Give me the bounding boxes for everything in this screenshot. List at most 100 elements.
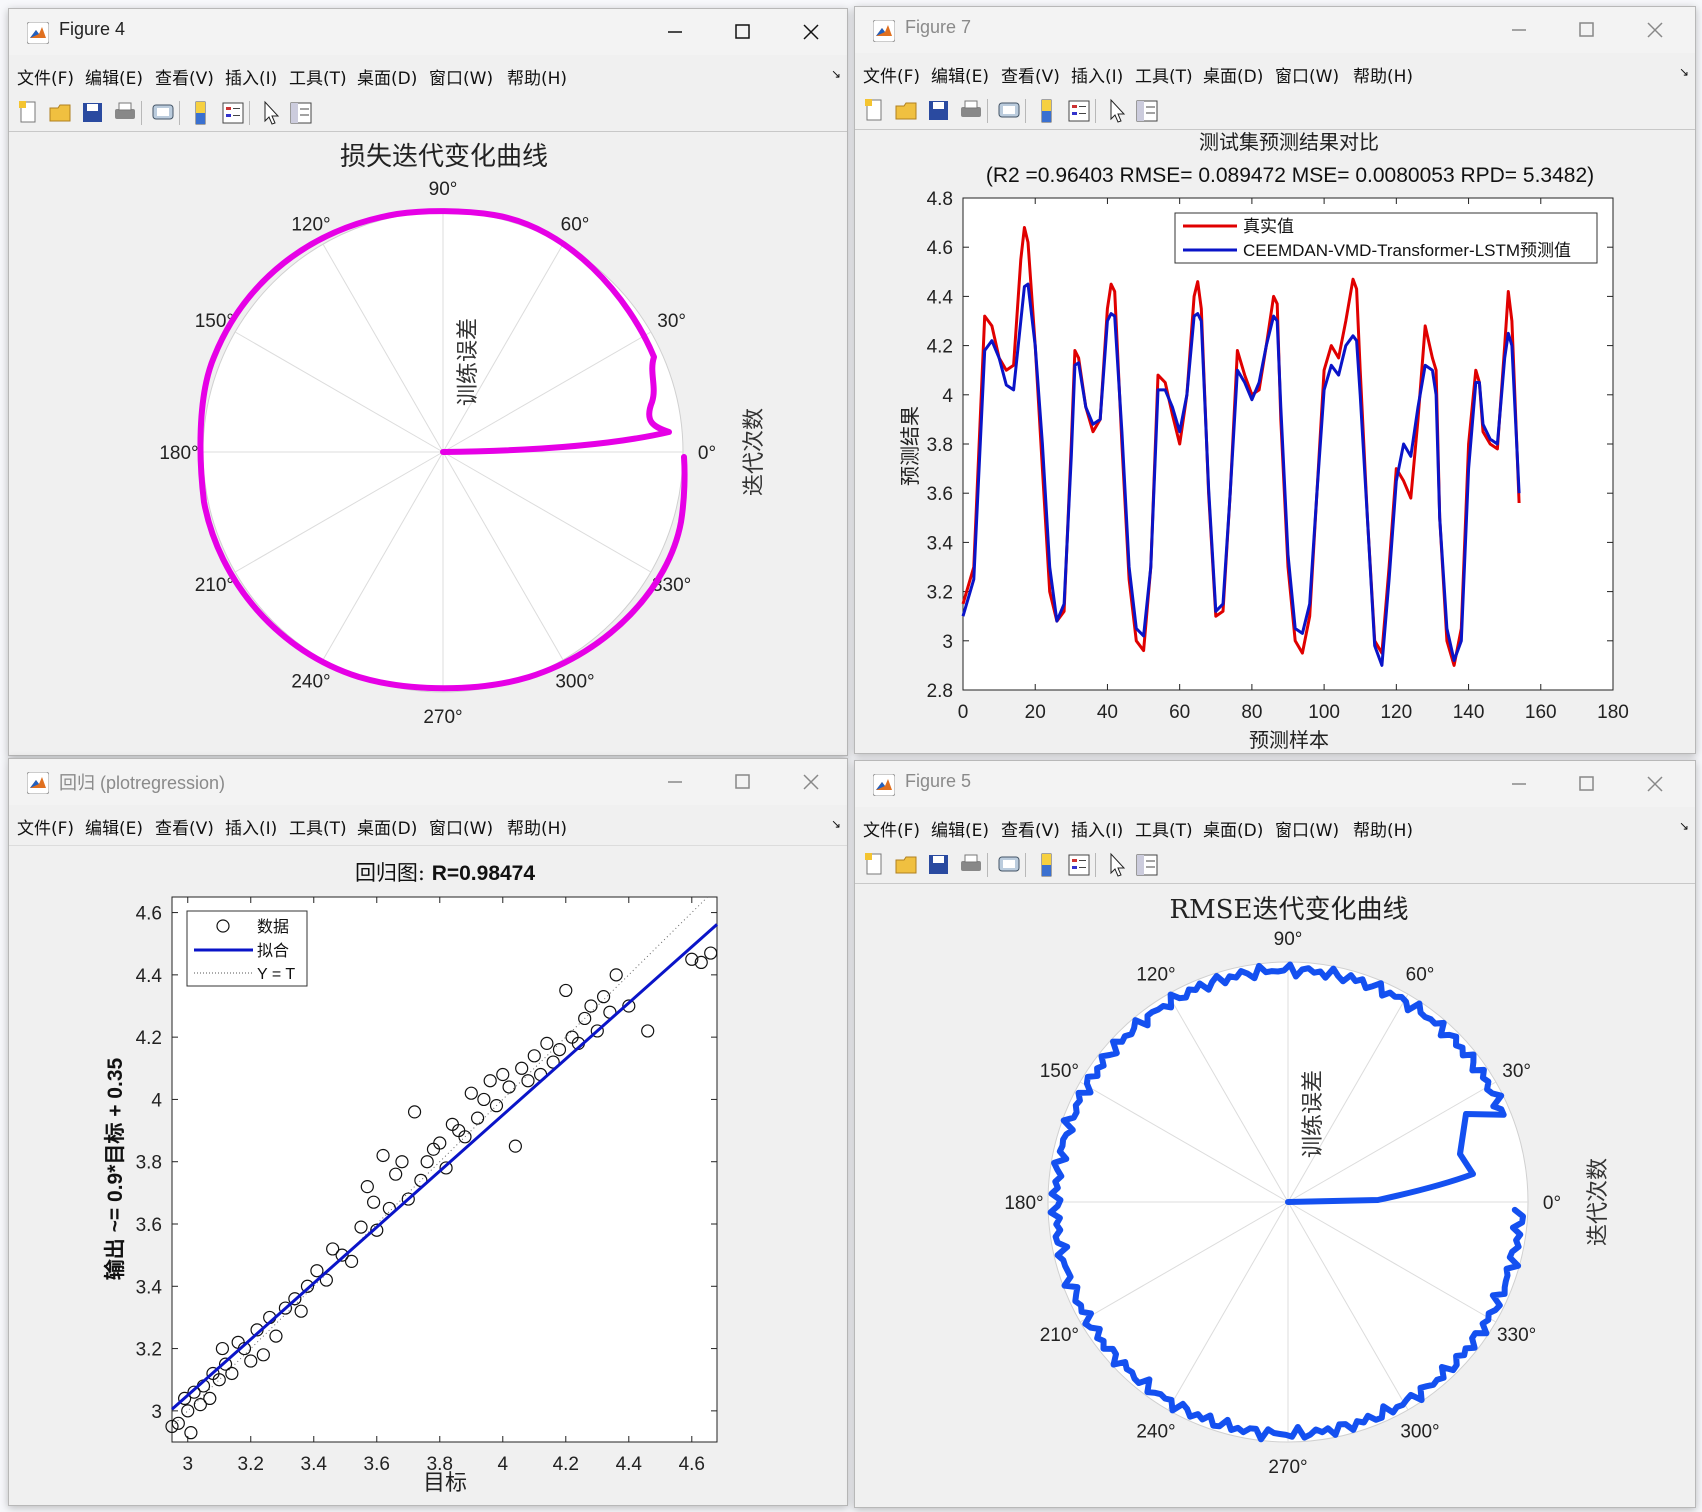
menu-item-3[interactable]: 插入(I) — [1071, 62, 1123, 87]
edit-plot-arrow-icon[interactable] — [1103, 851, 1131, 879]
y-tick-label: 3.2 — [136, 1340, 162, 1361]
menu-item-7[interactable]: 帮助(H) — [507, 814, 567, 839]
x-tick-label: 3 — [182, 1454, 193, 1475]
menu-item-3[interactable]: 插入(I) — [225, 814, 277, 839]
menubar-dock-arrow-icon[interactable]: ↘ — [1679, 819, 1689, 833]
legend-label-true: 真实值 — [1243, 217, 1294, 237]
open-file-icon[interactable] — [893, 97, 921, 125]
menu-item-0[interactable]: 文件(F) — [863, 62, 920, 87]
new-figure-icon[interactable] — [15, 99, 43, 127]
menubar-dock-arrow-icon[interactable]: ↘ — [831, 817, 841, 831]
legend-icon[interactable] — [1065, 851, 1093, 879]
menubar-dock-arrow-icon[interactable]: ↘ — [1679, 65, 1689, 79]
minimize-button[interactable] — [1499, 769, 1539, 799]
menu-item-2[interactable]: 查看(V) — [155, 64, 214, 89]
menu-item-5[interactable]: 桌面(D) — [1203, 816, 1263, 841]
menu-item-5[interactable]: 桌面(D) — [357, 64, 417, 89]
property-inspector-icon[interactable] — [1133, 97, 1161, 125]
new-figure-icon[interactable] — [861, 97, 889, 125]
colorbar-icon[interactable] — [1033, 851, 1061, 879]
angle-tick-label: 120° — [1136, 964, 1175, 985]
window-title: 回归 (plotregression) — [59, 773, 226, 793]
y-tick-label: 4.2 — [136, 1028, 162, 1049]
open-file-icon[interactable] — [47, 99, 75, 127]
edit-plot-arrow-icon[interactable] — [1103, 97, 1131, 125]
toolbar-separator — [179, 101, 180, 125]
angle-tick-label: 240° — [1136, 1422, 1175, 1443]
x-tick-label: 4.2 — [553, 1454, 579, 1475]
menu-item-2[interactable]: 查看(V) — [155, 814, 214, 839]
side-axis-label: 迭代次数 — [742, 408, 767, 496]
link-figure-icon[interactable] — [995, 97, 1023, 125]
close-button[interactable] — [1635, 769, 1675, 799]
menu-item-6[interactable]: 窗口(W) — [429, 64, 493, 89]
save-icon[interactable] — [925, 851, 953, 879]
menu-item-0[interactable]: 文件(F) — [863, 816, 920, 841]
print-icon[interactable] — [111, 99, 139, 127]
toolbar-separator — [1025, 99, 1026, 123]
angle-tick-label: 120° — [291, 214, 330, 235]
open-file-icon[interactable] — [893, 851, 921, 879]
print-icon[interactable] — [957, 851, 985, 879]
colorbar-icon[interactable] — [187, 99, 215, 127]
menu-item-4[interactable]: 工具(T) — [1135, 62, 1193, 87]
maximize-button[interactable] — [723, 767, 763, 797]
chart-subtitle: (R2 =0.96403 RMSE= 0.089472 MSE= 0.00800… — [986, 164, 1594, 187]
menu-item-7[interactable]: 帮助(H) — [1353, 62, 1413, 87]
menu-item-4[interactable]: 工具(T) — [289, 64, 347, 89]
minimize-button[interactable] — [655, 767, 695, 797]
edit-plot-arrow-icon[interactable] — [257, 99, 285, 127]
regression-titlebar[interactable]: 回归 (plotregression) — [9, 759, 847, 805]
menu-item-6[interactable]: 窗口(W) — [429, 814, 493, 839]
menu-item-1[interactable]: 编辑(E) — [85, 64, 143, 89]
figure-4-titlebar[interactable]: Figure 4 — [9, 9, 847, 55]
menu-item-1[interactable]: 编辑(E) — [931, 816, 989, 841]
y-tick-label: 4.8 — [927, 189, 953, 210]
legend-icon[interactable] — [1065, 97, 1093, 125]
menu-item-2[interactable]: 查看(V) — [1001, 62, 1060, 87]
y-tick-label: 4.6 — [927, 238, 953, 259]
matlab-icon — [873, 20, 895, 42]
property-inspector-icon[interactable] — [287, 99, 315, 127]
legend-icon[interactable] — [219, 99, 247, 127]
menu-item-1[interactable]: 编辑(E) — [85, 814, 143, 839]
close-button[interactable] — [791, 17, 831, 47]
property-inspector-icon[interactable] — [1133, 851, 1161, 879]
menu-item-7[interactable]: 帮助(H) — [1353, 816, 1413, 841]
menu-item-3[interactable]: 插入(I) — [1071, 816, 1123, 841]
minimize-button[interactable] — [655, 17, 695, 47]
figure-7-titlebar[interactable]: Figure 7 — [855, 7, 1695, 53]
menu-item-5[interactable]: 桌面(D) — [357, 814, 417, 839]
link-figure-icon[interactable] — [149, 99, 177, 127]
minimize-button[interactable] — [1499, 15, 1539, 45]
figure-5-window[interactable]: Figure 5 文件(F) 编辑(E) 查看(V) 插入(I) 工具(T) 桌面(D) 窗… — [854, 760, 1696, 1508]
menu-item-4[interactable]: 工具(T) — [1135, 816, 1193, 841]
save-icon[interactable] — [925, 97, 953, 125]
figure-7-window[interactable]: Figure 7 文件(F) 编辑(E) 查看(V) 插入(I) 工具(T) 桌面(D) 窗… — [854, 6, 1696, 754]
menu-item-4[interactable]: 工具(T) — [289, 814, 347, 839]
close-button[interactable] — [1635, 15, 1675, 45]
close-button[interactable] — [791, 767, 831, 797]
maximize-button[interactable] — [1567, 769, 1607, 799]
figure-5-titlebar[interactable]: Figure 5 — [855, 761, 1695, 807]
save-icon[interactable] — [79, 99, 107, 127]
menu-item-3[interactable]: 插入(I) — [225, 64, 277, 89]
menu-item-1[interactable]: 编辑(E) — [931, 62, 989, 87]
new-figure-icon[interactable] — [861, 851, 889, 879]
menu-item-2[interactable]: 查看(V) — [1001, 816, 1060, 841]
menu-item-6[interactable]: 窗口(W) — [1275, 62, 1339, 87]
menu-item-6[interactable]: 窗口(W) — [1275, 816, 1339, 841]
menubar-dock-arrow-icon[interactable]: ↘ — [831, 67, 841, 81]
figure-4-window[interactable]: Figure 4 文件(F) 编辑(E) 查看(V) 插入(I) 工具(T) 桌面(D) 窗… — [8, 8, 848, 756]
maximize-button[interactable] — [1567, 15, 1607, 45]
colorbar-icon[interactable] — [1033, 97, 1061, 125]
menu-item-0[interactable]: 文件(F) — [17, 814, 74, 839]
menu-item-7[interactable]: 帮助(H) — [507, 64, 567, 89]
maximize-button[interactable] — [723, 17, 763, 47]
menu-item-0[interactable]: 文件(F) — [17, 64, 74, 89]
x-tick-label: 140 — [1453, 702, 1485, 723]
regression-window[interactable]: 回归 (plotregression) 文件(F) 编辑(E) 查看(V) 插入(I)… — [8, 758, 848, 1506]
link-figure-icon[interactable] — [995, 851, 1023, 879]
print-icon[interactable] — [957, 97, 985, 125]
menu-item-5[interactable]: 桌面(D) — [1203, 62, 1263, 87]
